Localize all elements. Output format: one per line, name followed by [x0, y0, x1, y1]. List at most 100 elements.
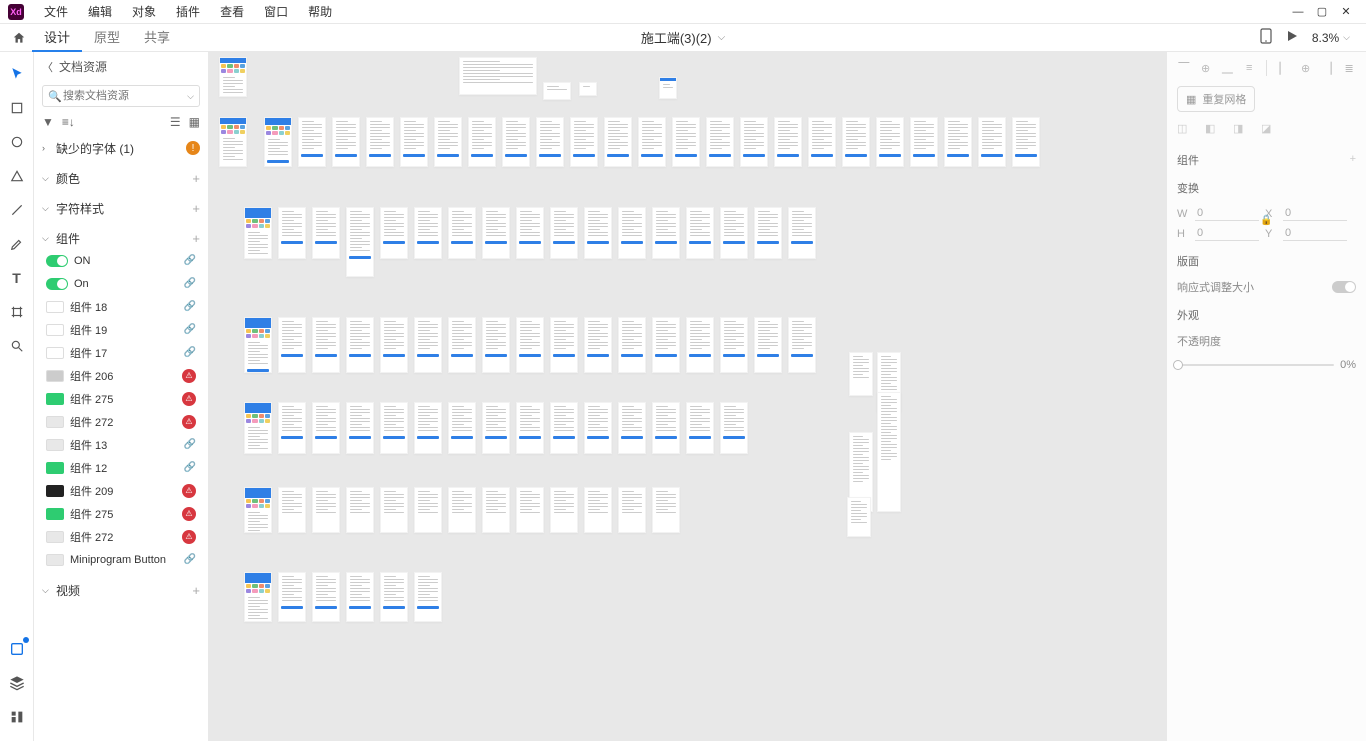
component-item[interactable]: 组件 206⚠	[42, 364, 200, 387]
artboard[interactable]	[516, 402, 544, 454]
artboard[interactable]	[278, 317, 306, 373]
artboard[interactable]	[672, 117, 700, 167]
document-title[interactable]: 施工端(3)(2) ⌵	[641, 28, 725, 47]
menu-plugins[interactable]: 插件	[166, 3, 210, 20]
add-icon[interactable]: +	[192, 201, 200, 216]
sort-icon[interactable]: ≡↓	[62, 115, 75, 129]
artboard[interactable]	[414, 572, 442, 622]
x-input[interactable]	[1283, 206, 1347, 221]
artboard[interactable]	[516, 317, 544, 373]
artboard[interactable]	[1012, 117, 1040, 167]
artboard[interactable]	[482, 317, 510, 373]
artboard[interactable]	[380, 207, 408, 259]
menu-edit[interactable]: 编辑	[78, 3, 122, 20]
component-item[interactable]: 组件 209⚠	[42, 479, 200, 502]
window-maximize[interactable]: ▢	[1310, 2, 1334, 22]
section-char-styles[interactable]: ⌵ 字符样式 +	[42, 197, 200, 219]
artboard[interactable]	[312, 402, 340, 454]
artboard[interactable]	[244, 487, 272, 533]
distribute-h[interactable]: ≣	[1342, 60, 1356, 76]
component-item[interactable]: 组件 272⚠	[42, 525, 200, 548]
section-video[interactable]: ⌵ 视频 +	[42, 579, 200, 601]
artboard[interactable]	[652, 317, 680, 373]
artboard[interactable]	[448, 487, 476, 533]
add-icon[interactable]: +	[192, 171, 200, 186]
artboard[interactable]	[244, 207, 272, 259]
artboard[interactable]	[219, 57, 247, 97]
rectangle-tool[interactable]	[7, 98, 27, 118]
libraries-button[interactable]	[7, 639, 27, 659]
chevron-down-icon[interactable]: ⌵	[187, 91, 194, 102]
artboard[interactable]	[380, 402, 408, 454]
artboard[interactable]	[584, 487, 612, 533]
home-button[interactable]	[6, 25, 32, 51]
responsive-resize-toggle[interactable]	[1332, 281, 1356, 293]
artboard[interactable]	[570, 117, 598, 167]
zoom-tool[interactable]	[7, 336, 27, 356]
artboard[interactable]	[686, 402, 714, 454]
artboard[interactable]	[978, 117, 1006, 167]
artboard[interactable]	[618, 402, 646, 454]
artboard[interactable]	[312, 572, 340, 622]
artboard[interactable]	[459, 57, 537, 95]
artboard[interactable]	[536, 117, 564, 167]
artboard[interactable]	[516, 487, 544, 533]
artboard[interactable]	[740, 117, 768, 167]
artboard[interactable]	[788, 207, 816, 259]
artboard[interactable]	[686, 317, 714, 373]
component-item[interactable]: 组件 18🔗	[42, 295, 200, 318]
assets-panel-header[interactable]: 〈 文档资源	[34, 52, 208, 81]
artboard[interactable]	[502, 117, 530, 167]
artboard[interactable]	[638, 117, 666, 167]
bool-exclude[interactable]: ◪	[1261, 122, 1279, 140]
artboard[interactable]	[516, 207, 544, 259]
add-icon[interactable]: +	[192, 231, 200, 246]
artboard[interactable]	[659, 77, 677, 99]
artboard[interactable]	[332, 117, 360, 167]
artboard[interactable]	[482, 487, 510, 533]
artboard[interactable]	[686, 207, 714, 259]
filter-icon[interactable]: ▼	[42, 115, 54, 129]
component-item[interactable]: Miniprogram Button🔗	[42, 548, 200, 571]
artboard[interactable]	[482, 402, 510, 454]
align-hcenter[interactable]: ⊕	[1299, 60, 1313, 76]
artboard[interactable]	[579, 82, 597, 96]
artboard[interactable]	[346, 317, 374, 373]
assets-search-input[interactable]	[42, 85, 200, 107]
opacity-slider[interactable]	[1177, 364, 1334, 366]
artboard[interactable]	[278, 572, 306, 622]
component-item[interactable]: 组件 17🔗	[42, 341, 200, 364]
artboard[interactable]	[312, 487, 340, 533]
artboard[interactable]	[400, 117, 428, 167]
layers-button[interactable]	[7, 673, 27, 693]
artboard[interactable]	[618, 207, 646, 259]
align-bottom[interactable]: ⎽	[1221, 60, 1235, 76]
artboard[interactable]	[448, 402, 476, 454]
artboard[interactable]	[380, 317, 408, 373]
artboard[interactable]	[414, 207, 442, 259]
component-item[interactable]: On🔗	[42, 272, 200, 295]
artboard[interactable]	[346, 487, 374, 533]
add-icon[interactable]: +	[1350, 153, 1356, 165]
artboard[interactable]	[244, 317, 272, 373]
artboard[interactable]	[550, 317, 578, 373]
ellipse-tool[interactable]	[7, 132, 27, 152]
artboard[interactable]	[720, 317, 748, 373]
zoom-dropdown[interactable]: 8.3% ⌵	[1312, 31, 1350, 45]
artboard[interactable]	[847, 497, 871, 537]
artboard[interactable]	[720, 402, 748, 454]
artboard[interactable]	[849, 352, 873, 396]
component-item[interactable]: 组件 272⚠	[42, 410, 200, 433]
polygon-tool[interactable]	[7, 166, 27, 186]
artboard[interactable]	[346, 207, 374, 277]
artboard[interactable]	[468, 117, 496, 167]
artboard[interactable]	[584, 317, 612, 373]
artboard[interactable]	[550, 487, 578, 533]
artboard[interactable]	[414, 487, 442, 533]
artboard[interactable]	[652, 487, 680, 533]
artboard[interactable]	[244, 572, 272, 622]
artboard[interactable]	[346, 572, 374, 622]
window-close[interactable]: ✕	[1334, 2, 1358, 22]
line-tool[interactable]	[7, 200, 27, 220]
artboard[interactable]	[219, 117, 247, 167]
